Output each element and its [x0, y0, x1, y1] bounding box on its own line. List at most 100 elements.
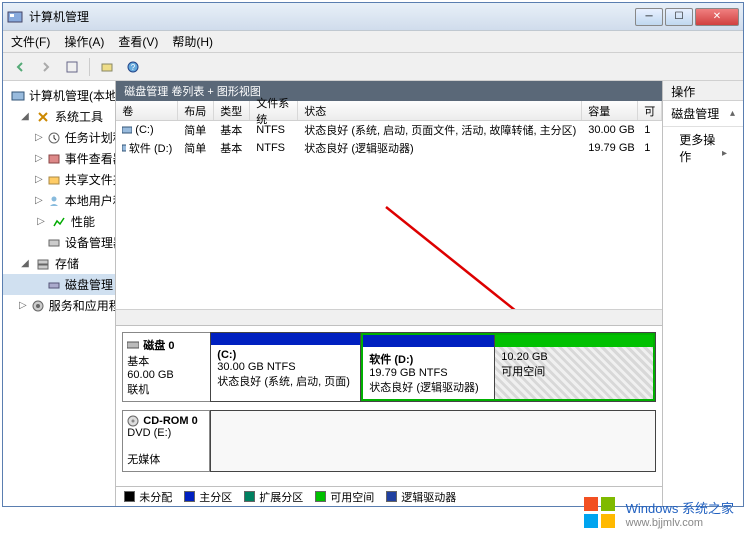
col-capacity[interactable]: 容量: [582, 101, 638, 120]
table-header: 卷 布局 类型 文件系统 状态 容量 可: [116, 101, 662, 121]
tree-local-users[interactable]: ▷ 本地用户和组: [3, 190, 115, 211]
tree-root[interactable]: 计算机管理(本地): [3, 85, 115, 106]
windows-logo-icon: [582, 495, 618, 531]
col-type[interactable]: 类型: [214, 101, 250, 120]
legend-free: 可用空间: [315, 489, 374, 505]
tree-task-scheduler[interactable]: ▷ 任务计划程序: [3, 127, 115, 148]
event-icon: [47, 151, 61, 167]
table-row[interactable]: 软件 (D:) 简单 基本 NTFS 状态良好 (逻辑驱动器) 19.79 GB…: [116, 139, 662, 157]
maximize-button[interactable]: ☐: [665, 8, 693, 26]
partition-header: [363, 335, 494, 347]
toolbar: ?: [3, 53, 743, 81]
menu-file[interactable]: 文件(F): [11, 33, 50, 50]
app-window: 计算机管理 ─ ☐ ✕ 文件(F) 操作(A) 查看(V) 帮助(H) ? 计算…: [2, 2, 744, 507]
tree-shared-folders[interactable]: ▷ 共享文件夹: [3, 169, 115, 190]
partition-d[interactable]: 软件 (D:) 19.79 GB NTFS 状态良好 (逻辑驱动器): [363, 335, 495, 399]
disk-row[interactable]: CD-ROM 0 DVD (E:) 无媒体: [122, 410, 656, 472]
collapse-icon[interactable]: ◢: [19, 258, 31, 269]
tree-system-tools[interactable]: ◢ 系统工具: [3, 106, 115, 127]
partition-header: [211, 333, 360, 345]
horizontal-scrollbar[interactable]: [116, 309, 662, 325]
app-icon: [7, 9, 23, 25]
col-free[interactable]: 可: [638, 101, 662, 120]
actions-section-disk[interactable]: 磁盘管理 ▴: [663, 101, 743, 127]
device-icon: [47, 235, 61, 251]
legend-logical: 逻辑驱动器: [386, 489, 456, 505]
legend-primary: 主分区: [184, 489, 232, 505]
actions-header: 操作: [663, 81, 743, 101]
menubar: 文件(F) 操作(A) 查看(V) 帮助(H): [3, 31, 743, 53]
cdrom-icon: [127, 415, 139, 427]
expand-icon[interactable]: ▷: [35, 153, 43, 164]
nav-tree: 计算机管理(本地) ◢ 系统工具 ▷ 任务计划程序 ▷ 事件查看器 ▷ 共享文件…: [3, 81, 116, 506]
expand-icon[interactable]: ▷: [35, 216, 47, 227]
tree-performance[interactable]: ▷ 性能: [3, 211, 115, 232]
minimize-button[interactable]: ─: [635, 8, 663, 26]
tree-event-viewer[interactable]: ▷ 事件查看器: [3, 148, 115, 169]
folder-icon: [47, 172, 61, 188]
services-icon: [31, 298, 45, 314]
expand-icon[interactable]: ▷: [35, 174, 43, 185]
table-empty-area: [116, 157, 662, 325]
legend: 未分配 主分区 扩展分区 可用空间 逻辑驱动器: [116, 486, 662, 506]
refresh-button[interactable]: [96, 56, 118, 78]
col-status[interactable]: 状态: [298, 101, 582, 120]
computer-icon: [11, 88, 25, 104]
col-filesystem[interactable]: 文件系统: [250, 101, 298, 120]
svg-text:?: ?: [131, 63, 136, 72]
titlebar: 计算机管理 ─ ☐ ✕: [3, 3, 743, 31]
partition-c[interactable]: (C:) 30.00 GB NTFS 状态良好 (系统, 启动, 页面): [211, 333, 361, 401]
tree-device-manager[interactable]: 设备管理器: [3, 232, 115, 253]
disk-row[interactable]: 磁盘 0 基本 60.00 GB 联机 (C:) 30.00 GB NTFS 状…: [122, 332, 656, 402]
expand-icon[interactable]: ▷: [35, 195, 43, 206]
watermark: Windows 系统之家 www.bjjmlv.com: [582, 495, 734, 531]
drive-icon: [122, 125, 132, 135]
watermark-title: Windows 系统之家: [626, 498, 734, 517]
extended-partition: 软件 (D:) 19.79 GB NTFS 状态良好 (逻辑驱动器) 10.20…: [361, 333, 655, 401]
expand-icon[interactable]: ▷: [19, 300, 27, 311]
table-body: (C:) 简单 基本 NTFS 状态良好 (系统, 启动, 页面文件, 活动, …: [116, 121, 662, 157]
hdd-icon: [127, 339, 139, 351]
main-content: 计算机管理(本地) ◢ 系统工具 ▷ 任务计划程序 ▷ 事件查看器 ▷ 共享文件…: [3, 81, 743, 506]
annotation-arrow: [376, 197, 556, 325]
col-layout[interactable]: 布局: [178, 101, 214, 120]
volume-list: 卷 布局 类型 文件系统 状态 容量 可 (C:) 简单 基本 NTFS 状态良…: [116, 101, 662, 157]
expand-icon[interactable]: ▷: [35, 132, 43, 143]
center-panel: 磁盘管理 卷列表 + 图形视图 卷 布局 类型 文件系统 状态 容量 可 (C:…: [116, 81, 663, 506]
disk-info: CD-ROM 0 DVD (E:) 无媒体: [122, 410, 210, 472]
disk-graphical-view: 磁盘 0 基本 60.00 GB 联机 (C:) 30.00 GB NTFS 状…: [116, 325, 662, 486]
chevron-up-icon: ▴: [730, 108, 735, 119]
collapse-icon[interactable]: ◢: [19, 111, 31, 122]
center-header: 磁盘管理 卷列表 + 图形视图: [116, 81, 662, 101]
menu-help[interactable]: 帮助(H): [172, 33, 213, 50]
perf-icon: [51, 214, 67, 230]
legend-extended: 扩展分区: [244, 489, 303, 505]
close-button[interactable]: ✕: [695, 8, 739, 26]
menu-action[interactable]: 操作(A): [64, 33, 104, 50]
disk-icon: [47, 277, 61, 293]
partition-free[interactable]: 10.20 GB 可用空间: [495, 335, 653, 399]
tree-disk-management[interactable]: 磁盘管理: [3, 274, 115, 295]
partition-map-empty: [210, 410, 656, 472]
partition-header: [495, 335, 653, 347]
watermark-url: www.bjjmlv.com: [626, 517, 734, 529]
window-title: 计算机管理: [29, 8, 635, 25]
disk-info: 磁盘 0 基本 60.00 GB 联机: [122, 332, 210, 402]
partition-map: (C:) 30.00 GB NTFS 状态良好 (系统, 启动, 页面) 软件 …: [210, 332, 656, 402]
tree-services[interactable]: ▷ 服务和应用程序: [3, 295, 115, 316]
col-volume[interactable]: 卷: [116, 101, 178, 120]
tree-storage[interactable]: ◢ 存储: [3, 253, 115, 274]
actions-more[interactable]: 更多操作 ▸: [663, 127, 743, 169]
help-button[interactable]: ?: [122, 56, 144, 78]
chevron-right-icon: ▸: [722, 148, 727, 159]
table-row[interactable]: (C:) 简单 基本 NTFS 状态良好 (系统, 启动, 页面文件, 活动, …: [116, 121, 662, 139]
forward-button[interactable]: [35, 56, 57, 78]
drive-icon: [122, 143, 126, 153]
actions-panel: 操作 磁盘管理 ▴ 更多操作 ▸: [663, 81, 743, 506]
menu-view[interactable]: 查看(V): [118, 33, 158, 50]
users-icon: [47, 193, 61, 209]
clock-icon: [47, 130, 61, 146]
tools-icon: [35, 109, 51, 125]
back-button[interactable]: [9, 56, 31, 78]
properties-button[interactable]: [61, 56, 83, 78]
